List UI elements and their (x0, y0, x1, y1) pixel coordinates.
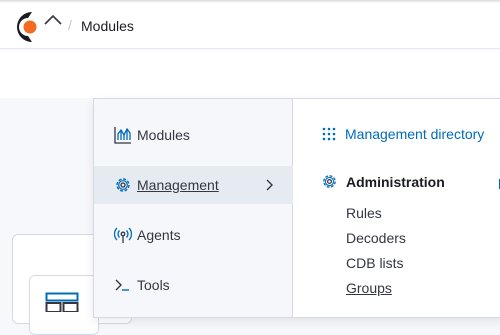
breadcrumb-separator: / (68, 17, 72, 33)
administration-heading: Administration (321, 173, 445, 190)
link-cdb-lists[interactable]: CDB lists (346, 255, 404, 271)
header-bar: / Modules (0, 3, 500, 49)
menu-categories: Modules Management Agents Tools (94, 99, 293, 317)
page-header-band (0, 50, 500, 98)
chart-icon (114, 126, 132, 144)
administration-label: Administration (346, 173, 445, 190)
menu-item-label: Modules (137, 127, 190, 143)
menu-item-modules[interactable]: Modules (94, 116, 293, 154)
link-rules[interactable]: Rules (346, 205, 382, 221)
menu-item-label: Tools (137, 277, 170, 293)
grid-icon (322, 127, 336, 141)
breadcrumb-modules[interactable]: Modules (81, 18, 134, 34)
menu-item-tools[interactable]: Tools (94, 266, 293, 304)
navigation-menu: Modules Management Agents Tools Manageme… (93, 98, 500, 318)
management-directory-link[interactable]: Management directory (321, 126, 484, 142)
management-directory-label: Management directory (345, 126, 485, 142)
menu-item-label: Management (137, 177, 219, 193)
chevron-right-icon (266, 179, 273, 191)
menu-toggle-chevron-up-icon[interactable] (40, 9, 68, 35)
dashboard-icon (45, 292, 79, 312)
link-decoders[interactable]: Decoders (346, 230, 406, 246)
menu-item-agents[interactable]: Agents (94, 216, 293, 254)
link-groups[interactable]: Groups (346, 280, 392, 296)
gear-icon (323, 175, 336, 188)
app-logo-icon[interactable] (6, 8, 40, 46)
gear-icon (114, 176, 132, 194)
console-icon (114, 276, 132, 294)
menu-item-label: Agents (137, 227, 181, 243)
menu-item-management[interactable]: Management (94, 166, 293, 204)
broadcast-icon (114, 226, 132, 244)
